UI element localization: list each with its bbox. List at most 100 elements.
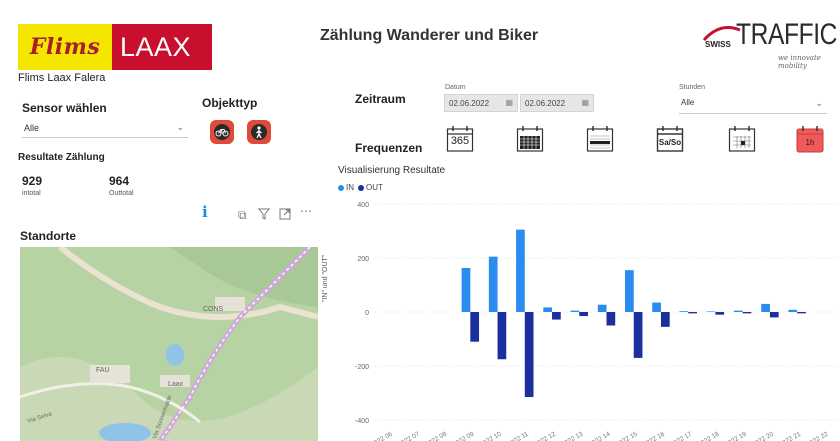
bar-in <box>461 267 471 312</box>
bar-in <box>788 309 798 312</box>
bar-in <box>761 303 770 312</box>
bar-out <box>742 312 752 314</box>
x-tick-label: /2022 12 <box>532 430 558 441</box>
legend-dot-out <box>358 184 364 191</box>
in-total-value: 929 <box>22 174 43 188</box>
objekttyp-label: Objekttyp <box>202 96 258 110</box>
map-label-fau: FAU <box>96 367 110 374</box>
bar-in <box>652 302 661 312</box>
brand-prefix: SWISS <box>705 40 731 49</box>
stunden-label: Stunden <box>679 84 706 91</box>
x-tick-label: /2022 15 <box>613 430 639 441</box>
pedestrian-filter-button[interactable] <box>247 120 271 144</box>
y-tick-label: -200 <box>355 364 369 371</box>
frequenzen-label: Frequenzen <box>355 141 423 155</box>
stunden-value: Alle <box>681 98 695 107</box>
date-from-value: 02.06.2022 <box>449 99 490 108</box>
out-total-label: Outtotal <box>109 190 134 197</box>
info-icon[interactable]: i <box>202 203 208 221</box>
more-options-icon[interactable]: ⋯ <box>300 204 312 218</box>
flims-laax-logo: Flims LAAX <box>18 24 212 70</box>
x-tick-label: /2022 10 <box>477 430 503 441</box>
bar-out <box>497 312 507 360</box>
chart-legend: IN OUT <box>338 183 383 192</box>
date-to-input[interactable]: 02.06.2022 ▦ <box>520 94 594 112</box>
x-tick-label: /2022 19 <box>722 430 748 441</box>
sensor-dropdown[interactable]: Alle ⌄ <box>22 120 188 138</box>
x-tick-label: /2022 07 <box>395 430 421 441</box>
y-tick-label: 0 <box>365 310 369 317</box>
freq-weekend-button[interactable]: Sa/So <box>656 125 684 153</box>
map-canvas: CONS FAU Laax Via Sonnenhalde Via Selva <box>20 247 318 441</box>
bar-out <box>524 312 534 398</box>
chart-title: Visualisierung Resultate <box>338 165 446 176</box>
in-total-label: intotal <box>22 190 41 197</box>
x-tick-label: /2022 09 <box>450 430 476 441</box>
freq-year-button[interactable]: 365 <box>446 125 474 153</box>
org-name: Flims Laax Falera <box>18 72 106 84</box>
chevron-down-icon: ⌄ <box>815 98 823 108</box>
x-tick-label: /2022 16 <box>641 430 667 441</box>
day-calendar-icon <box>728 126 756 152</box>
x-tick-label: /2022 22 <box>804 430 830 441</box>
location-map[interactable]: CONS FAU Laax Via Sonnenhalde Via Selva <box>20 247 318 441</box>
bar-in <box>570 310 580 312</box>
x-tick-label: /2022 06 <box>368 430 394 441</box>
x-tick-label: /2022 13 <box>559 430 585 441</box>
y-tick-label: -400 <box>355 418 369 425</box>
calendar-icon[interactable]: ▦ <box>505 98 513 107</box>
freq-weekend-text: Sa/So <box>658 138 682 147</box>
x-tick-label: /2022 20 <box>749 430 775 441</box>
chart-y-axis-label: "IN" und "OUT" <box>322 254 329 302</box>
zeitraum-label: Zeitraum <box>355 92 406 106</box>
stunden-dropdown[interactable]: Alle ⌄ <box>679 98 827 114</box>
bar-in <box>488 256 498 312</box>
legend-label-out: OUT <box>366 183 383 192</box>
bar-chart: 4002000-200-400/2022 06/2022 07/2022 08/… <box>355 202 838 441</box>
y-tick-label: 400 <box>357 202 369 209</box>
legend-label-in: IN <box>346 183 354 192</box>
freq-day-button[interactable] <box>728 125 756 153</box>
bar-in <box>733 310 743 312</box>
freq-hour-text: 1h <box>805 138 815 147</box>
legend-dot-in <box>338 184 344 191</box>
bike-filter-button[interactable] <box>210 120 234 144</box>
freq-week-button[interactable] <box>586 125 614 153</box>
filter-icon[interactable] <box>257 208 271 223</box>
pedestrian-icon <box>256 125 262 138</box>
week-calendar-icon <box>586 126 614 152</box>
bar-out <box>660 312 670 327</box>
logo-flims: Flims <box>18 24 112 70</box>
map-label-laax: Laax <box>168 381 184 388</box>
sensor-value: Alle <box>24 123 40 133</box>
focus-mode-icon[interactable] <box>279 208 291 223</box>
x-tick-label: /2022 18 <box>695 430 721 441</box>
freq-hour-button[interactable]: 1h <box>796 125 824 153</box>
bar-in <box>679 311 689 312</box>
bar-out <box>769 312 779 318</box>
map-label-cons: CONS <box>203 306 224 313</box>
calendar-icon[interactable]: ▦ <box>581 98 589 107</box>
x-tick-label: /2022 11 <box>505 430 530 441</box>
brand-name: TRAFFIC <box>736 18 837 51</box>
sensor-label: Sensor wählen <box>22 101 107 115</box>
bar-in <box>597 304 607 312</box>
copy-icon[interactable]: ⧉ <box>238 208 247 223</box>
freq-month-button[interactable] <box>516 125 544 153</box>
x-tick-label: /2022 17 <box>668 430 694 441</box>
standorte-title: Standorte <box>20 229 77 243</box>
logo-laax: LAAX <box>112 24 212 70</box>
bar-in <box>516 229 525 312</box>
swisstraffic-logo: SWISS TRAFFIC we innovate mobility <box>700 16 840 70</box>
bar-out <box>470 312 480 342</box>
x-tick-label: /2022 21 <box>777 430 803 441</box>
page-title: Zählung Wanderer und Biker <box>320 27 539 44</box>
date-from-input[interactable]: 02.06.2022 ▦ <box>444 94 518 112</box>
bar-out <box>633 312 643 358</box>
bar-out <box>715 312 725 315</box>
bar-out <box>797 312 806 314</box>
bar-out <box>688 312 697 314</box>
results-title: Resultate Zählung <box>18 152 105 163</box>
x-tick-label: /2022 08 <box>423 430 449 441</box>
chevron-down-icon: ⌄ <box>176 122 184 132</box>
